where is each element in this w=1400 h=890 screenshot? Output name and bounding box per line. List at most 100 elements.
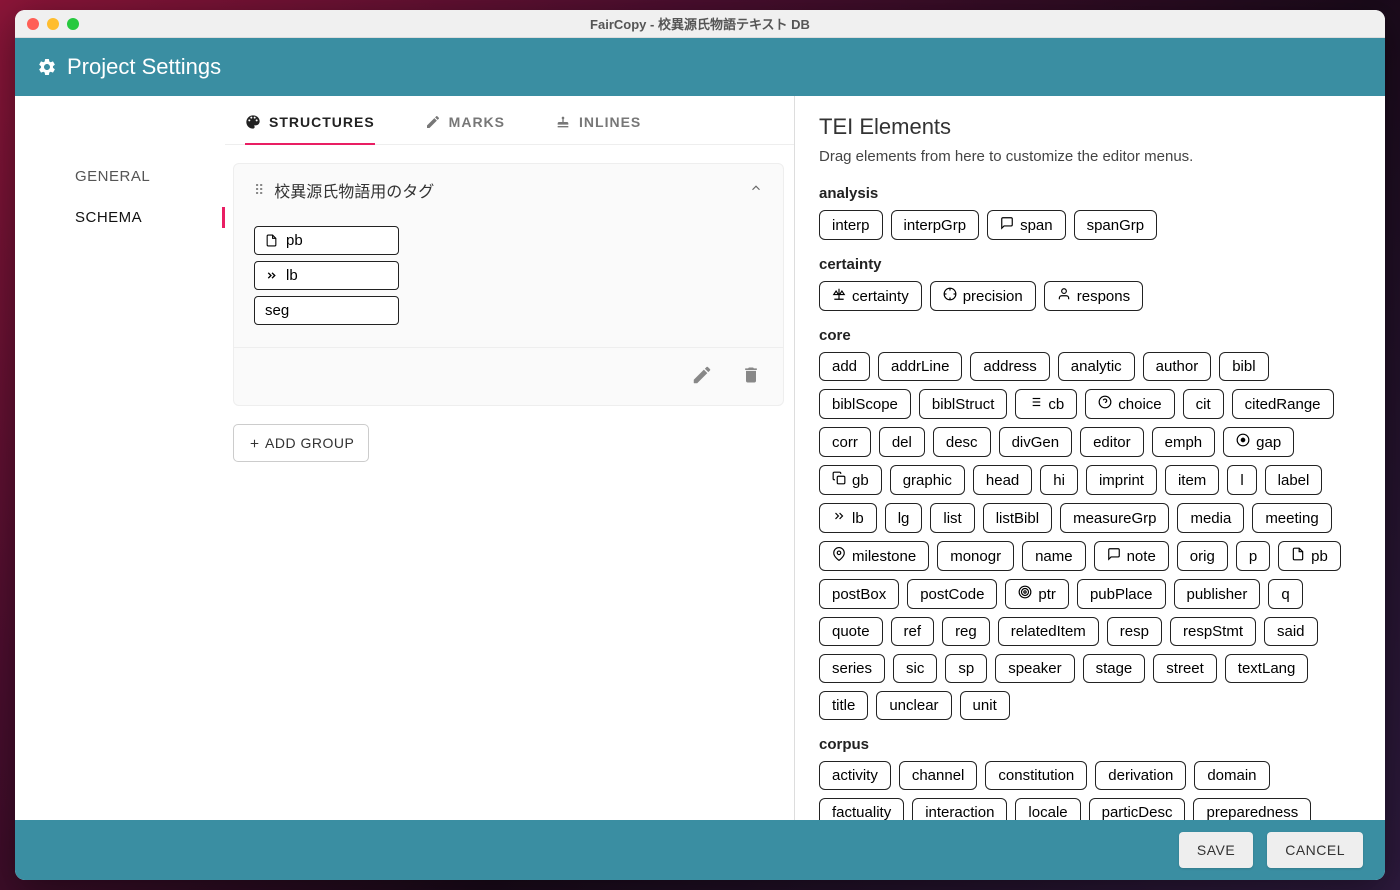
edit-group-button[interactable] [691, 364, 713, 389]
element-chip-constitution[interactable]: constitution [985, 761, 1087, 790]
tab-marks[interactable]: MARKS [425, 114, 505, 144]
nav-item-general[interactable]: GENERAL [75, 156, 205, 197]
element-chip-respons[interactable]: respons [1044, 281, 1143, 311]
element-chip-lg[interactable]: lg [885, 503, 923, 533]
window-controls [27, 18, 79, 30]
element-chip-measureGrp[interactable]: measureGrp [1060, 503, 1169, 533]
element-chip-ptr[interactable]: ptr [1005, 579, 1069, 609]
element-chip-del[interactable]: del [879, 427, 925, 457]
element-chip-name[interactable]: name [1022, 541, 1086, 571]
element-chip-precision[interactable]: precision [930, 281, 1036, 311]
element-chip-desc[interactable]: desc [933, 427, 991, 457]
element-chip-q[interactable]: q [1268, 579, 1302, 609]
element-chip-p[interactable]: p [1236, 541, 1270, 571]
element-chip-corr[interactable]: corr [819, 427, 871, 457]
element-chip-hi[interactable]: hi [1040, 465, 1078, 495]
element-chip-list[interactable]: list [930, 503, 974, 533]
element-chip-activity[interactable]: activity [819, 761, 891, 790]
nav-item-schema[interactable]: SCHEMA [75, 197, 205, 238]
element-chip-quote[interactable]: quote [819, 617, 883, 646]
add-group-button[interactable]: ADD GROUP [233, 424, 369, 462]
element-chip-bibl[interactable]: bibl [1219, 352, 1268, 381]
element-chip-analytic[interactable]: analytic [1058, 352, 1135, 381]
element-chip-particDesc[interactable]: particDesc [1089, 798, 1186, 820]
element-chip-biblScope[interactable]: biblScope [819, 389, 911, 419]
element-chip-author[interactable]: author [1143, 352, 1212, 381]
element-chip-certainty[interactable]: certainty [819, 281, 922, 311]
element-chip-orig[interactable]: orig [1177, 541, 1228, 571]
element-chip-speaker[interactable]: speaker [995, 654, 1074, 683]
element-chip-head[interactable]: head [973, 465, 1032, 495]
element-chip-biblStruct[interactable]: biblStruct [919, 389, 1008, 419]
element-chip-postBox[interactable]: postBox [819, 579, 899, 609]
element-chip-sp[interactable]: sp [945, 654, 987, 683]
element-chip-addrLine[interactable]: addrLine [878, 352, 962, 381]
element-chip-street[interactable]: street [1153, 654, 1217, 683]
element-chip-gap[interactable]: gap [1223, 427, 1294, 457]
element-chip-pb[interactable]: pb [1278, 541, 1341, 571]
tag-pb[interactable]: pb [254, 226, 399, 255]
element-chip-preparedness[interactable]: preparedness [1193, 798, 1311, 820]
element-chip-milestone[interactable]: milestone [819, 541, 929, 571]
element-chip-emph[interactable]: emph [1152, 427, 1216, 457]
cancel-button[interactable]: CANCEL [1267, 832, 1363, 868]
element-chip-pubPlace[interactable]: pubPlace [1077, 579, 1166, 609]
element-chip-cb[interactable]: cb [1015, 389, 1077, 419]
element-chip-domain[interactable]: domain [1194, 761, 1269, 790]
tag-seg[interactable]: seg [254, 296, 399, 325]
element-chip-item[interactable]: item [1165, 465, 1219, 495]
element-chip-interp[interactable]: interp [819, 210, 883, 240]
tab-structures[interactable]: STRUCTURES [245, 114, 375, 144]
element-chip-editor[interactable]: editor [1080, 427, 1144, 457]
element-chip-sic[interactable]: sic [893, 654, 937, 683]
element-chip-unclear[interactable]: unclear [876, 691, 951, 720]
element-chip-divGen[interactable]: divGen [999, 427, 1073, 457]
element-chip-stage[interactable]: stage [1083, 654, 1146, 683]
element-chip-address[interactable]: address [970, 352, 1049, 381]
element-chip-imprint[interactable]: imprint [1086, 465, 1157, 495]
element-chip-label[interactable]: label [1265, 465, 1323, 495]
element-chip-media[interactable]: media [1177, 503, 1244, 533]
element-chip-postCode[interactable]: postCode [907, 579, 997, 609]
element-chip-span[interactable]: span [987, 210, 1066, 240]
element-chip-citedRange[interactable]: citedRange [1232, 389, 1334, 419]
element-chip-reg[interactable]: reg [942, 617, 990, 646]
element-chip-meeting[interactable]: meeting [1252, 503, 1331, 533]
drag-handle-icon[interactable]: ⠿ [254, 182, 262, 199]
element-chip-interpGrp[interactable]: interpGrp [891, 210, 980, 240]
save-button[interactable]: SAVE [1179, 832, 1253, 868]
element-chip-publisher[interactable]: publisher [1174, 579, 1261, 609]
element-chip-monogr[interactable]: monogr [937, 541, 1014, 571]
tab-inlines[interactable]: INLINES [555, 114, 641, 144]
element-chip-unit[interactable]: unit [960, 691, 1010, 720]
element-chip-series[interactable]: series [819, 654, 885, 683]
element-chip-relatedItem[interactable]: relatedItem [998, 617, 1099, 646]
element-chip-lb[interactable]: lb [819, 503, 877, 533]
element-chip-respStmt[interactable]: respStmt [1170, 617, 1256, 646]
element-chip-gb[interactable]: gb [819, 465, 882, 495]
delete-group-button[interactable] [741, 364, 761, 389]
element-chip-note[interactable]: note [1094, 541, 1169, 571]
element-chip-said[interactable]: said [1264, 617, 1318, 646]
close-window-button[interactable] [27, 18, 39, 30]
maximize-window-button[interactable] [67, 18, 79, 30]
element-chip-resp[interactable]: resp [1107, 617, 1162, 646]
element-chip-cit[interactable]: cit [1183, 389, 1224, 419]
element-chip-choice[interactable]: choice [1085, 389, 1174, 419]
element-chip-derivation[interactable]: derivation [1095, 761, 1186, 790]
minimize-window-button[interactable] [47, 18, 59, 30]
element-chip-textLang[interactable]: textLang [1225, 654, 1309, 683]
element-chip-spanGrp[interactable]: spanGrp [1074, 210, 1158, 240]
element-chip-title[interactable]: title [819, 691, 868, 720]
element-chip-locale[interactable]: locale [1015, 798, 1080, 820]
element-chip-l[interactable]: l [1227, 465, 1256, 495]
element-chip-ref[interactable]: ref [891, 617, 935, 646]
element-chip-factuality[interactable]: factuality [819, 798, 904, 820]
element-chip-graphic[interactable]: graphic [890, 465, 965, 495]
element-chip-interaction[interactable]: interaction [912, 798, 1007, 820]
group-header[interactable]: ⠿ 校異源氏物語用のタグ [234, 164, 783, 216]
element-chip-channel[interactable]: channel [899, 761, 978, 790]
element-chip-add[interactable]: add [819, 352, 870, 381]
element-chip-listBibl[interactable]: listBibl [983, 503, 1052, 533]
tag-lb[interactable]: lb [254, 261, 399, 290]
